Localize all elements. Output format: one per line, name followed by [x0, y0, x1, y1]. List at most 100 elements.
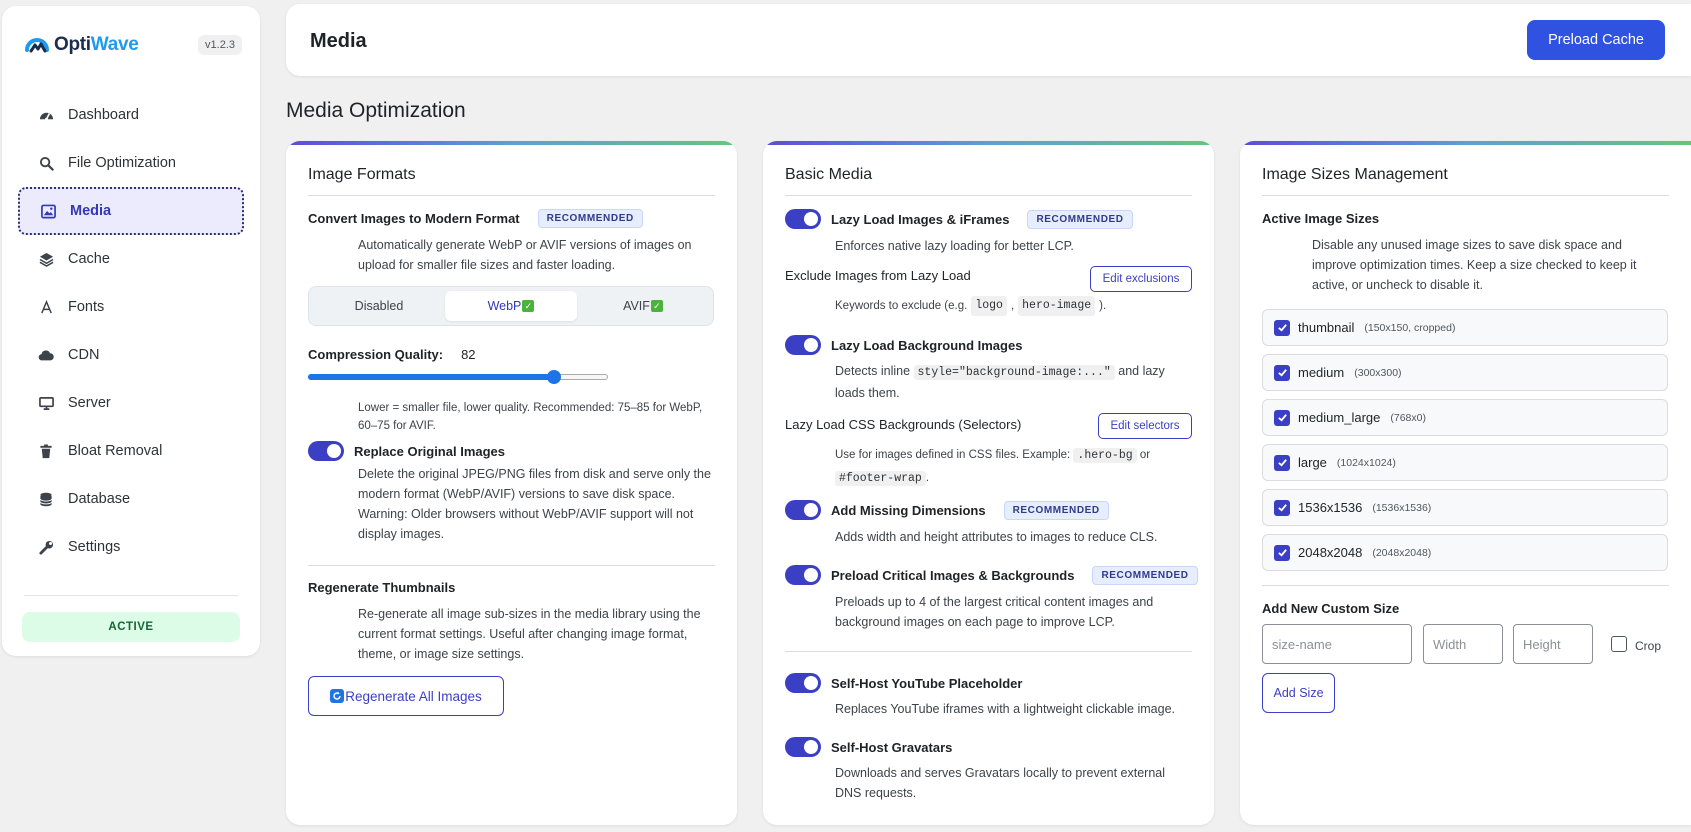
- card-divider: [308, 565, 715, 566]
- lazy-load-row: Lazy Load Images & iFrames RECOMMENDED: [785, 209, 1133, 229]
- regen-description: Re-generate all image sub-sizes in the m…: [358, 607, 701, 661]
- size-row[interactable]: medium_large (768x0): [1262, 399, 1668, 436]
- quality-label: Compression Quality:: [308, 347, 444, 362]
- format-option-webp[interactable]: WebP ✓: [445, 291, 577, 321]
- size-row[interactable]: thumbnail (150x150, cropped): [1262, 309, 1668, 346]
- youtube-placeholder-toggle[interactable]: [785, 673, 821, 693]
- edit-selectors-button[interactable]: Edit selectors: [1098, 413, 1192, 439]
- size-checkbox[interactable]: [1274, 409, 1290, 426]
- code-snippet: #footer-wrap: [835, 471, 926, 486]
- image-formats-card: Image Formats Convert Images to Modern F…: [286, 141, 737, 825]
- size-name-input[interactable]: size-name: [1262, 624, 1412, 664]
- sidebar-item-dashboard[interactable]: Dashboard: [18, 91, 244, 139]
- size-name: 1536x1536: [1298, 500, 1363, 515]
- css-bg-description: Use for images defined in CSS files. Exa…: [835, 444, 1185, 490]
- sidebar-item-media[interactable]: Media: [18, 187, 244, 235]
- convert-label: Convert Images to Modern Format: [308, 211, 520, 226]
- page-title: Media: [310, 30, 367, 52]
- sidebar-item-label: Settings: [68, 539, 121, 555]
- exclude-description: Keywords to exclude (e.g. logo , hero-im…: [835, 296, 1106, 316]
- slider-thumb[interactable]: [547, 370, 561, 384]
- size-row[interactable]: 2048x2048 (2048x2048): [1262, 534, 1668, 571]
- lazy-load-toggle[interactable]: [785, 209, 821, 229]
- cloud-icon: [38, 347, 54, 363]
- sidebar-item-settings[interactable]: Settings: [18, 523, 244, 571]
- size-name: thumbnail: [1298, 320, 1355, 335]
- sidebar-item-cdn[interactable]: CDN: [18, 331, 244, 379]
- format-option-label: AVIF: [623, 299, 650, 313]
- format-option-label: WebP: [487, 299, 522, 313]
- size-name: medium_large: [1298, 410, 1381, 425]
- size-checkbox[interactable]: [1274, 319, 1290, 336]
- size-checkbox[interactable]: [1274, 364, 1290, 381]
- regenerate-label: Regenerate All Images: [345, 688, 482, 704]
- sidebar-item-label: Database: [68, 491, 131, 507]
- format-option-avif[interactable]: AVIF ✓: [577, 291, 709, 321]
- format-option-disabled[interactable]: Disabled: [313, 291, 445, 321]
- size-checkbox[interactable]: [1274, 454, 1290, 471]
- sidebar-item-label: File Optimization: [68, 155, 176, 171]
- size-checkbox[interactable]: [1274, 544, 1290, 561]
- sidebar-item-file-optimization[interactable]: File Optimization: [18, 139, 244, 187]
- code-snippet: logo: [971, 296, 1007, 316]
- sidebar-item-database[interactable]: Database: [18, 475, 244, 523]
- missing-dimensions-toggle[interactable]: [785, 500, 821, 520]
- regenerate-images-button[interactable]: Regenerate All Images: [308, 676, 504, 716]
- quality-slider[interactable]: [308, 370, 608, 384]
- gravatar-description: Downloads and serves Gravatars locally t…: [835, 766, 1166, 800]
- sidebar-item-label: CDN: [68, 347, 100, 363]
- brand[interactable]: OptiWave: [24, 32, 139, 58]
- crop-checkbox[interactable]: [1611, 636, 1627, 652]
- size-checkbox[interactable]: [1274, 499, 1290, 516]
- preload-critical-toggle[interactable]: [785, 565, 821, 585]
- quality-help: Lower = smaller file, lower quality. Rec…: [358, 402, 703, 432]
- toggle-knob: [804, 740, 818, 754]
- basic-media-card: Basic Media Lazy Load Images & iFrames R…: [763, 141, 1214, 825]
- sidebar-item-cache[interactable]: Cache: [18, 235, 244, 283]
- trash-icon: [38, 443, 54, 459]
- quality-value: 82: [461, 347, 476, 362]
- gravatar-row: Self-Host Gravatars: [785, 737, 952, 757]
- card-divider: [1262, 585, 1669, 586]
- sidebar-item-bloat-removal[interactable]: Bloat Removal: [18, 427, 244, 475]
- gravatar-label: Self-Host Gravatars: [831, 739, 953, 755]
- sidebar-item-fonts[interactable]: Fonts: [18, 283, 244, 331]
- check-icon: [1277, 414, 1287, 422]
- convert-description: Automatically generate WebP or AVIF vers…: [358, 238, 692, 272]
- sidebar-item-server[interactable]: Server: [18, 379, 244, 427]
- lazy-load-label: Lazy Load Images & iFrames: [831, 211, 1010, 227]
- edit-exclusions-button[interactable]: Edit exclusions: [1090, 266, 1192, 292]
- size-row[interactable]: large (1024x1024): [1262, 444, 1668, 481]
- sidebar-item-label: Server: [68, 395, 111, 411]
- size-row[interactable]: medium (300x300): [1262, 354, 1668, 391]
- add-size-label: Add New Custom Size: [1262, 601, 1400, 616]
- replace-originals-toggle[interactable]: [308, 441, 344, 461]
- css-bg-label: Lazy Load CSS Backgrounds (Selectors): [785, 417, 1022, 432]
- size-row[interactable]: 1536x1536 (1536x1536): [1262, 489, 1668, 526]
- preload-cache-button[interactable]: Preload Cache: [1527, 20, 1665, 60]
- width-input[interactable]: Width: [1423, 624, 1503, 664]
- code-snippet: style="background-image:...": [913, 365, 1115, 380]
- bg-lazy-toggle[interactable]: [785, 335, 821, 355]
- exclude-label: Exclude Images from Lazy Load: [785, 268, 971, 283]
- sidebar: OptiWave v1.2.3 Dashboard File Optimizat…: [2, 6, 260, 656]
- preload-critical-description: Preloads up to 4 of the largest critical…: [835, 595, 1154, 629]
- card-title: Basic Media: [785, 166, 873, 183]
- gauge-icon: [38, 107, 54, 123]
- css-text: Use for images defined in CSS files. Exa…: [835, 449, 1071, 461]
- check-icon: ✓: [650, 300, 663, 312]
- sidebar-item-label: Fonts: [68, 299, 105, 315]
- exclude-text: ).: [1099, 300, 1107, 312]
- height-input[interactable]: Height: [1513, 624, 1593, 664]
- recommended-badge: RECOMMENDED: [1027, 209, 1133, 229]
- image-icon: [40, 203, 56, 219]
- sidebar-item-label: Media: [70, 203, 112, 219]
- size-dimensions: (1536x1536): [1372, 501, 1432, 514]
- replace-description: Delete the original JPEG/PNG files from …: [358, 467, 711, 541]
- monitor-icon: [38, 395, 54, 411]
- add-size-button[interactable]: Add Size: [1262, 673, 1335, 713]
- gravatar-toggle[interactable]: [785, 737, 821, 757]
- size-dimensions: (2048x2048): [1372, 546, 1432, 559]
- bg-lazy-row: Lazy Load Background Images: [785, 335, 1022, 355]
- toggle-knob: [804, 503, 818, 517]
